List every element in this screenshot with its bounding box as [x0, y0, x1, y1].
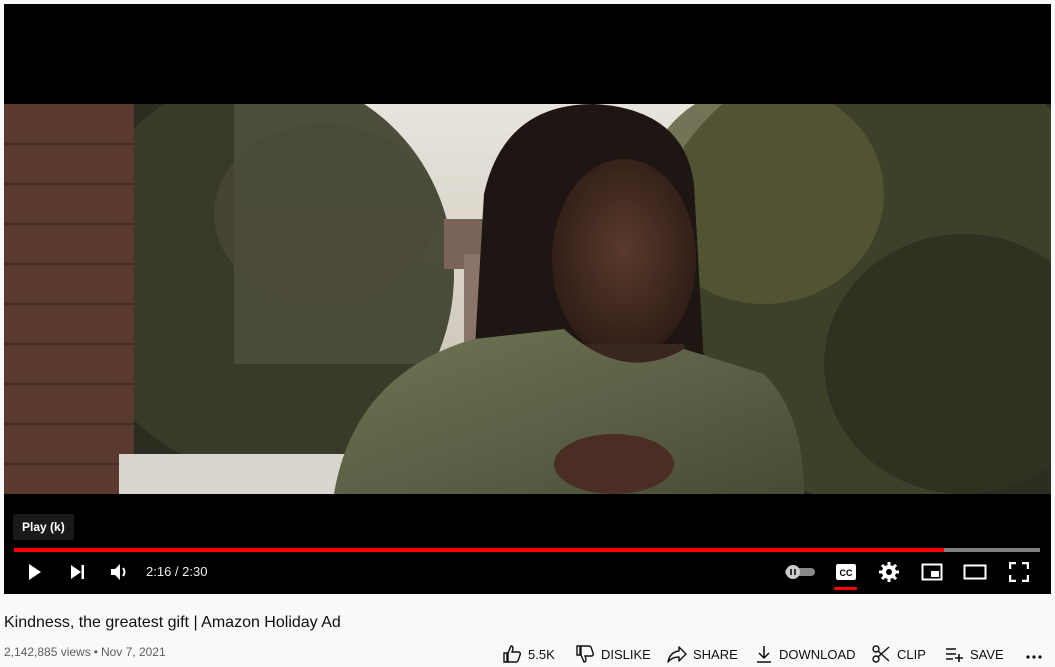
view-count: 2,142,885 views	[4, 645, 91, 659]
video-meta: 2,142,885 views • Nov 7, 2021	[4, 645, 166, 659]
video-title: Kindness, the greatest gift | Amazon Hol…	[4, 614, 341, 631]
video-still-image	[4, 104, 1051, 494]
dislike-button[interactable]: DISLIKE	[575, 643, 651, 665]
scissors-icon	[872, 645, 890, 663]
next-button[interactable]	[62, 559, 92, 585]
volume-icon	[111, 564, 126, 580]
clip-button[interactable]: CLIP	[871, 643, 926, 665]
share-icon	[667, 646, 687, 663]
theater-icon	[963, 564, 987, 580]
meta-separator: •	[93, 645, 98, 659]
play-tooltip: Play (k)	[13, 514, 74, 540]
miniplayer-icon	[921, 563, 943, 581]
thumbs-down-icon	[576, 645, 595, 663]
more-actions-button[interactable]	[1025, 643, 1043, 665]
play-button[interactable]	[19, 559, 49, 585]
download-icon	[757, 646, 771, 663]
video-player[interactable]: Play (k) 2:16 / 2:30 CC	[4, 4, 1051, 594]
subtitles-active-indicator	[834, 587, 857, 590]
progress-bar[interactable]	[14, 548, 1040, 552]
fullscreen-icon	[1009, 562, 1029, 582]
subtitles-icon: CC	[836, 564, 856, 580]
playlist-add-icon	[946, 648, 963, 662]
clip-label: CLIP	[897, 646, 926, 662]
play-icon	[29, 564, 41, 580]
settings-button[interactable]	[874, 559, 904, 585]
miniplayer-button[interactable]	[917, 559, 947, 585]
thumbs-up-icon	[503, 645, 522, 663]
like-button[interactable]: 5.5K	[502, 643, 555, 665]
dislike-label: DISLIKE	[601, 646, 651, 662]
download-label: DOWNLOAD	[779, 646, 856, 662]
theater-mode-button[interactable]	[960, 559, 990, 585]
time-display: 2:16 / 2:30	[146, 564, 208, 579]
share-button[interactable]: SHARE	[667, 643, 738, 665]
like-count: 5.5K	[528, 646, 555, 662]
share-label: SHARE	[693, 646, 738, 662]
next-icon	[71, 565, 84, 579]
volume-button[interactable]	[104, 559, 134, 585]
save-button[interactable]: SAVE	[944, 643, 1004, 665]
gear-icon	[879, 562, 899, 582]
subtitles-button[interactable]: CC	[831, 559, 861, 585]
more-horizontal-icon	[1026, 655, 1042, 659]
svg-text:CC: CC	[840, 568, 853, 578]
autoplay-toggle-icon	[785, 565, 815, 579]
autoplay-toggle[interactable]	[782, 559, 818, 585]
download-button[interactable]: DOWNLOAD	[755, 643, 856, 665]
fullscreen-button[interactable]	[1004, 559, 1034, 585]
progress-played	[14, 548, 944, 552]
upload-date: Nov 7, 2021	[100, 645, 166, 659]
video-frame[interactable]	[4, 104, 1051, 494]
save-label: SAVE	[970, 646, 1004, 662]
